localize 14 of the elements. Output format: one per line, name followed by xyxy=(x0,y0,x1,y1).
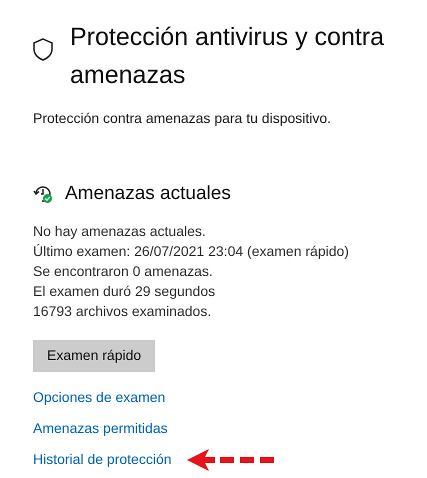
quick-scan-button[interactable]: Examen rápido xyxy=(33,340,156,372)
status-text: Se encontraron 0 amenazas. xyxy=(33,262,214,280)
shield-icon xyxy=(33,38,53,61)
settings-link[interactable]: Opciones de examen xyxy=(33,387,166,408)
status-text: No hay amenazas actuales. xyxy=(33,222,207,240)
status-text: 16793 archivos examinados. xyxy=(33,302,212,320)
section-title: Amenazas actuales xyxy=(65,182,231,206)
status-text: El examen duró 29 segundos xyxy=(33,282,216,300)
settings-link[interactable]: Amenazas permitidas xyxy=(33,418,168,439)
history-check-icon xyxy=(33,184,53,204)
page-title: Protección antivirus y contra amenazas xyxy=(70,22,386,91)
status-text: Último examen: 26/07/2021 23:04 (examen rápido) xyxy=(33,242,350,260)
settings-link[interactable]: Historial de protección xyxy=(33,449,172,470)
page-subtitle: Protección contra amenazas para tu dispositivo. xyxy=(33,109,332,128)
